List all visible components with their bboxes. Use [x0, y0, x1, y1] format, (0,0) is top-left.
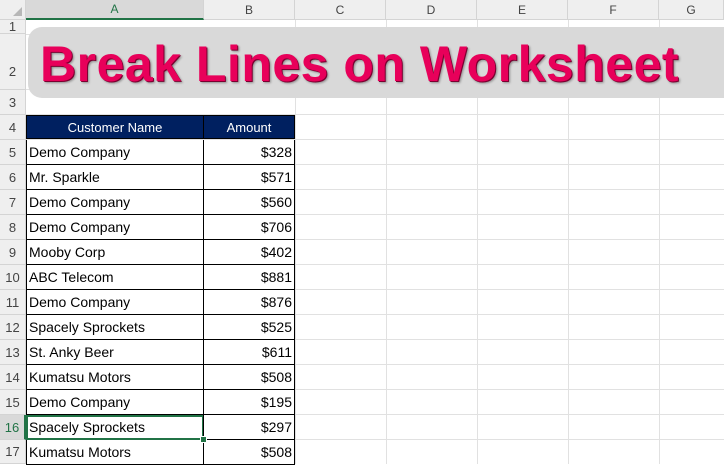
amount-cell[interactable]: $508: [203, 440, 295, 465]
amount-cell[interactable]: $560: [203, 190, 295, 215]
customer-name-cell[interactable]: Demo Company: [26, 215, 204, 240]
customer-name-cell[interactable]: Spacely Sprockets: [26, 315, 204, 340]
fill-handle[interactable]: [200, 436, 207, 443]
select-all-button[interactable]: [0, 0, 26, 20]
customer-name-cell[interactable]: Demo Company: [26, 140, 204, 165]
column-header-b[interactable]: B: [204, 0, 295, 20]
worksheet: A B C D E F G 1 2 3 4 5 6 7 8 9 10 11 12…: [0, 0, 724, 465]
row-header-3[interactable]: 3: [0, 90, 26, 115]
row-header-6[interactable]: 6: [0, 165, 26, 190]
customer-name-cell[interactable]: ABC Telecom: [26, 265, 204, 290]
row-header-14[interactable]: 14: [0, 365, 26, 390]
row-header-12[interactable]: 12: [0, 315, 26, 340]
select-all-icon: [13, 7, 22, 16]
header-customer-name[interactable]: Customer Name: [26, 115, 204, 139]
amount-cell[interactable]: $876: [203, 290, 295, 315]
amount-cell[interactable]: $571: [203, 165, 295, 190]
customer-name-cell[interactable]: Mr. Sparkle: [26, 165, 204, 190]
customer-name-cell[interactable]: Demo Company: [26, 290, 204, 315]
column-header-g[interactable]: G: [659, 0, 724, 20]
amount-cell[interactable]: $881: [203, 265, 295, 290]
amount-cell[interactable]: $611: [203, 340, 295, 365]
row-header-2[interactable]: 2: [0, 34, 26, 90]
worksheet-title: Break Lines on Worksheet: [40, 36, 680, 92]
row-header-4[interactable]: 4: [0, 115, 26, 140]
customer-name-cell[interactable]: Kumatsu Motors: [26, 365, 204, 390]
column-header-a[interactable]: A: [26, 0, 204, 20]
row-header-16[interactable]: 16: [0, 415, 26, 440]
row-header-13[interactable]: 13: [0, 340, 26, 365]
column-header-f[interactable]: F: [568, 0, 659, 20]
row-header-17[interactable]: 17: [0, 440, 26, 464]
amount-cell[interactable]: $297: [203, 415, 295, 440]
column-header-e[interactable]: E: [477, 0, 568, 20]
customer-name-cell[interactable]: Demo Company: [26, 190, 204, 215]
row-header-11[interactable]: 11: [0, 290, 26, 315]
header-amount[interactable]: Amount: [203, 115, 295, 139]
column-header-c[interactable]: C: [295, 0, 386, 20]
amount-cell[interactable]: $195: [203, 390, 295, 415]
row-header-9[interactable]: 9: [0, 240, 26, 265]
amount-cell[interactable]: $508: [203, 365, 295, 390]
row-header-10[interactable]: 10: [0, 265, 26, 290]
amount-cell[interactable]: $706: [203, 215, 295, 240]
row-header-15[interactable]: 15: [0, 390, 26, 415]
row-header-1[interactable]: 1: [0, 19, 26, 34]
customer-name-cell[interactable]: Mooby Corp: [26, 240, 204, 265]
amount-cell[interactable]: $328: [203, 140, 295, 165]
customer-name-cell[interactable]: Kumatsu Motors: [26, 440, 204, 465]
row-header-5[interactable]: 5: [0, 140, 26, 165]
customer-name-cell-active[interactable]: Spacely Sprockets: [26, 415, 204, 440]
amount-cell[interactable]: $525: [203, 315, 295, 340]
row-header-8[interactable]: 8: [0, 215, 26, 240]
column-header-d[interactable]: D: [386, 0, 477, 20]
customer-name-cell[interactable]: Demo Company: [26, 390, 204, 415]
row-header-7[interactable]: 7: [0, 190, 26, 215]
amount-cell[interactable]: $402: [203, 240, 295, 265]
customer-name-cell[interactable]: St. Anky Beer: [26, 340, 204, 365]
